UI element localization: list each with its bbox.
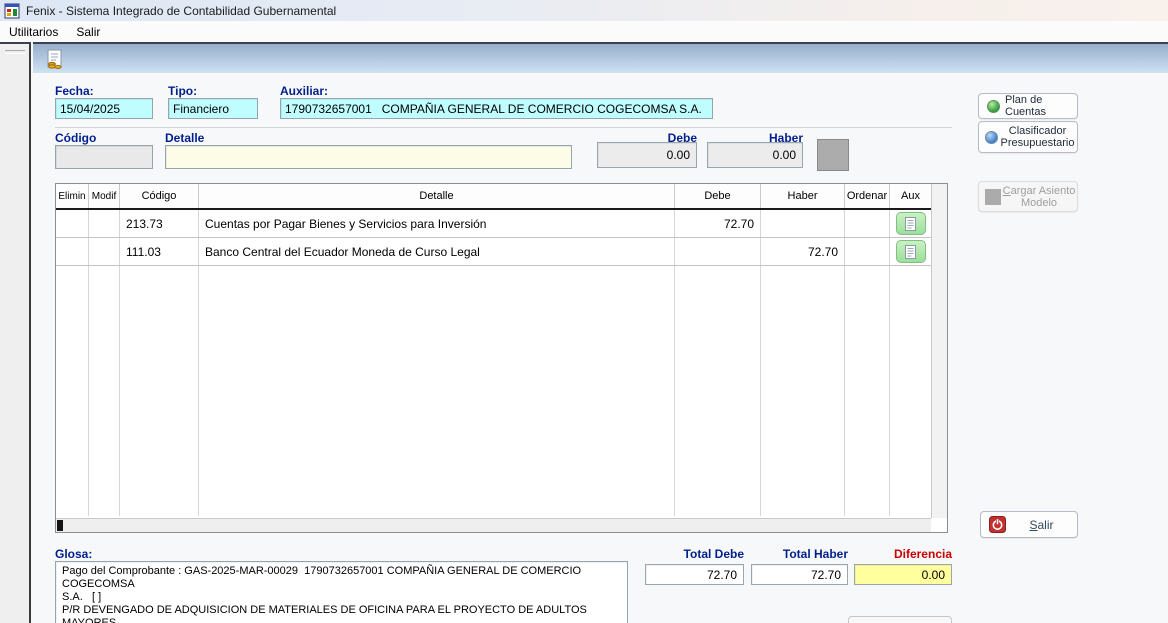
table-vertical-scrollbar[interactable] — [931, 184, 947, 518]
tipo-input[interactable] — [168, 98, 258, 119]
cell-detalle: Banco Central del Ecuador Moneda de Curs… — [199, 238, 675, 265]
glosa-label: Glosa: — [55, 547, 92, 561]
separator-line — [55, 127, 952, 128]
left-side-panel[interactable] — [0, 42, 31, 623]
table-horizontal-scrollbar[interactable] — [56, 518, 931, 532]
cell-haber: 72.70 — [761, 238, 845, 265]
header-codigo: Código — [120, 184, 199, 208]
header-elimin: Elimin — [56, 184, 89, 208]
aux-button[interactable] — [896, 240, 926, 263]
gray-square-icon — [985, 189, 1001, 205]
title-bar: Fenix - Sistema Integrado de Contabilida… — [0, 0, 1168, 21]
cell-haber — [761, 210, 845, 237]
cell-modif[interactable] — [89, 210, 120, 237]
cell-modif[interactable] — [89, 238, 120, 265]
blue-sphere-icon — [985, 131, 998, 144]
table-row[interactable]: 111.03 Banco Central del Ecuador Moneda … — [56, 238, 947, 266]
header-aux: Aux — [890, 184, 931, 208]
application-window: Fenix - Sistema Integrado de Contabilida… — [0, 0, 1168, 623]
empty-col — [120, 266, 199, 516]
scrollbar-thumb[interactable] — [57, 520, 63, 531]
cell-ordenar[interactable] — [845, 210, 890, 237]
empty-col — [56, 266, 89, 516]
form-toolbar — [33, 42, 1168, 73]
panel-grip[interactable] — [5, 50, 25, 54]
codigo-entry-input[interactable] — [55, 145, 153, 169]
header-haber: Haber — [761, 184, 845, 208]
new-voucher-icon[interactable] — [45, 49, 67, 71]
empty-col — [89, 266, 120, 516]
diferencia-value: 0.00 — [854, 564, 952, 585]
menu-item-salir[interactable]: Salir — [67, 22, 109, 42]
cell-detalle: Cuentas por Pagar Bienes y Servicios par… — [199, 210, 675, 237]
document-icon — [905, 217, 916, 231]
header-modif: Modif — [89, 184, 120, 208]
cell-aux — [890, 238, 931, 265]
cargar-asiento-modelo-button[interactable]: Cargar Asiento Modelo — [978, 181, 1078, 212]
clasificador-presupuestario-button[interactable]: Clasificador Presupuestario — [978, 121, 1078, 153]
app-window-icon — [4, 3, 20, 19]
cargar-asiento-label: Cargar Asiento Modelo — [1001, 185, 1077, 209]
cell-debe: 72.70 — [675, 210, 761, 237]
window-title: Fenix - Sistema Integrado de Contabilida… — [26, 4, 336, 18]
table-row[interactable]: 213.73 Cuentas por Pagar Bienes y Servic… — [56, 210, 947, 238]
header-detalle: Detalle — [199, 184, 675, 208]
header-debe: Debe — [675, 184, 761, 208]
document-icon — [905, 245, 916, 259]
header-ordenar: Ordenar — [845, 184, 890, 208]
auxiliar-input[interactable] — [280, 98, 713, 119]
detalle-label: Detalle — [165, 131, 204, 145]
clasificador-label: Clasificador Presupuestario — [998, 125, 1077, 149]
green-sphere-icon — [987, 100, 1000, 113]
cell-aux — [890, 210, 931, 237]
empty-col — [845, 266, 890, 516]
table-empty-area — [56, 266, 947, 516]
plan-de-cuentas-label: Plan de Cuentas — [1005, 94, 1077, 118]
add-entry-button[interactable] — [817, 139, 849, 171]
glosa-textarea[interactable]: Pago del Comprobante : GAS-2025-MAR-0002… — [55, 561, 628, 623]
total-haber-label: Total Haber — [751, 547, 848, 561]
salir-button[interactable]: Salir — [980, 511, 1078, 538]
aux-button[interactable] — [896, 212, 926, 235]
fecha-label: Fecha: — [55, 84, 94, 98]
total-debe-label: Total Debe — [645, 547, 744, 561]
table-header-row: Elimin Modif Código Detalle Debe Haber O… — [56, 184, 947, 210]
detalle-entry-input[interactable] — [165, 145, 572, 169]
fecha-input[interactable] — [55, 98, 153, 119]
total-debe-value: 72.70 — [645, 564, 744, 585]
empty-col — [675, 266, 761, 516]
empty-col — [199, 266, 675, 516]
power-icon — [989, 516, 1006, 533]
diferencia-label: Diferencia — [854, 547, 952, 561]
empty-col — [890, 266, 931, 516]
haber-entry-value: 0.00 — [707, 142, 803, 168]
tipo-label: Tipo: — [168, 84, 197, 98]
partially-visible-button[interactable] — [848, 616, 952, 623]
cell-codigo: 213.73 — [120, 210, 199, 237]
entries-table: Elimin Modif Código Detalle Debe Haber O… — [55, 183, 948, 533]
cell-ordenar[interactable] — [845, 238, 890, 265]
cell-elimin[interactable] — [56, 210, 89, 237]
menu-bar: Utilitarios Salir — [0, 21, 1168, 42]
menu-item-utilitarios[interactable]: Utilitarios — [0, 22, 67, 42]
total-haber-value: 72.70 — [751, 564, 848, 585]
cell-codigo: 111.03 — [120, 238, 199, 265]
cell-debe — [675, 238, 761, 265]
salir-label: Salir — [1006, 518, 1077, 532]
debe-entry-value: 0.00 — [597, 142, 697, 168]
plan-de-cuentas-button[interactable]: Plan de Cuentas — [978, 93, 1078, 119]
codigo-label: Código — [55, 131, 96, 145]
auxiliar-label: Auxiliar: — [280, 84, 328, 98]
cell-elimin[interactable] — [56, 238, 89, 265]
empty-col — [761, 266, 845, 516]
